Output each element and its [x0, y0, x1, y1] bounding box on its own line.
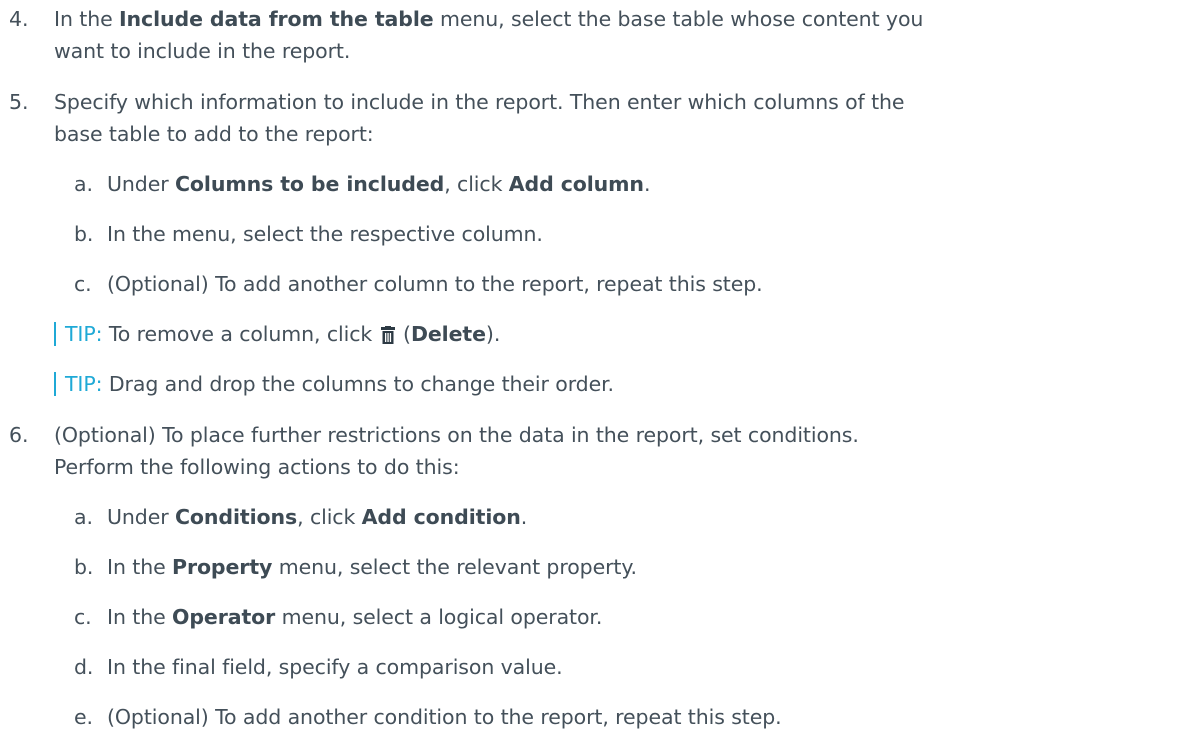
ui-term: Operator	[172, 605, 276, 629]
step-text-line: want to include in the report.	[54, 39, 351, 63]
tip-label: TIP:	[65, 372, 103, 396]
substep-text: Under Conditions, click Add condition.	[107, 503, 527, 531]
step-text-line: Perform the following actions to do this…	[54, 455, 460, 479]
substep-letter: b.	[74, 555, 94, 579]
substep-letter: a.	[74, 505, 93, 529]
trash-icon	[380, 323, 395, 351]
ui-term: Delete	[410, 322, 486, 346]
ui-term: Columns to be included	[174, 172, 445, 196]
text: In the	[107, 555, 173, 579]
tip-bar	[54, 372, 56, 396]
substep-text: In the menu, select the respective colum…	[107, 222, 543, 246]
substep-letter: c.	[74, 605, 92, 629]
text: Under	[107, 172, 175, 196]
substep-text: (Optional) To add another column to the …	[107, 272, 763, 296]
tip: TIP: Drag and drop the columns to change…	[65, 370, 614, 398]
text: , click	[297, 505, 362, 529]
substep-letter: d.	[74, 655, 94, 679]
text: ).	[485, 322, 501, 346]
substep-text: In the Property menu, select the relevan…	[107, 553, 637, 581]
substep-text: Under Columns to be included, click Add …	[107, 170, 650, 198]
substep-text: In the Operator menu, select a logical o…	[107, 603, 602, 631]
tip-label: TIP:	[65, 322, 103, 346]
ui-term: Conditions	[174, 505, 298, 529]
ui-term: Add column	[508, 172, 644, 196]
substep-letter: e.	[74, 705, 93, 729]
step-number: 6.	[9, 423, 29, 447]
text: , click	[444, 172, 509, 196]
tip-bar	[54, 322, 56, 346]
step-text-line: (Optional) To place further restrictions…	[54, 423, 859, 447]
text: In the	[107, 605, 173, 629]
substep-text: (Optional) To add another condition to t…	[107, 705, 782, 729]
text: In the	[54, 7, 120, 31]
substep-text: In the final field, specify a comparison…	[107, 655, 563, 679]
step-number: 4.	[9, 7, 29, 31]
text: Under	[107, 505, 175, 529]
text: menu, select a logical operator.	[275, 605, 603, 629]
text: menu, select the relevant property.	[272, 555, 637, 579]
substep-letter: a.	[74, 172, 93, 196]
ui-term: Property	[172, 555, 273, 579]
substep-letter: b.	[74, 222, 94, 246]
text: .	[643, 172, 651, 196]
ui-term: Add condition	[361, 505, 521, 529]
substep-letter: c.	[74, 272, 92, 296]
text: (	[396, 322, 411, 346]
tip: TIP: To remove a column, click (Delete).	[65, 320, 500, 351]
text: .	[520, 505, 528, 529]
text: To remove a column, click	[102, 322, 379, 346]
ui-term: Include data from the table	[119, 7, 434, 31]
step-text-line: Specify which information to include in …	[54, 90, 905, 114]
text: menu, select the base table whose conten…	[433, 7, 924, 31]
step-text-line: In the Include data from the table menu,…	[54, 5, 923, 33]
text: Drag and drop the columns to change thei…	[102, 372, 614, 396]
step-text-line: base table to add to the report:	[54, 122, 374, 146]
step-number: 5.	[9, 90, 29, 114]
